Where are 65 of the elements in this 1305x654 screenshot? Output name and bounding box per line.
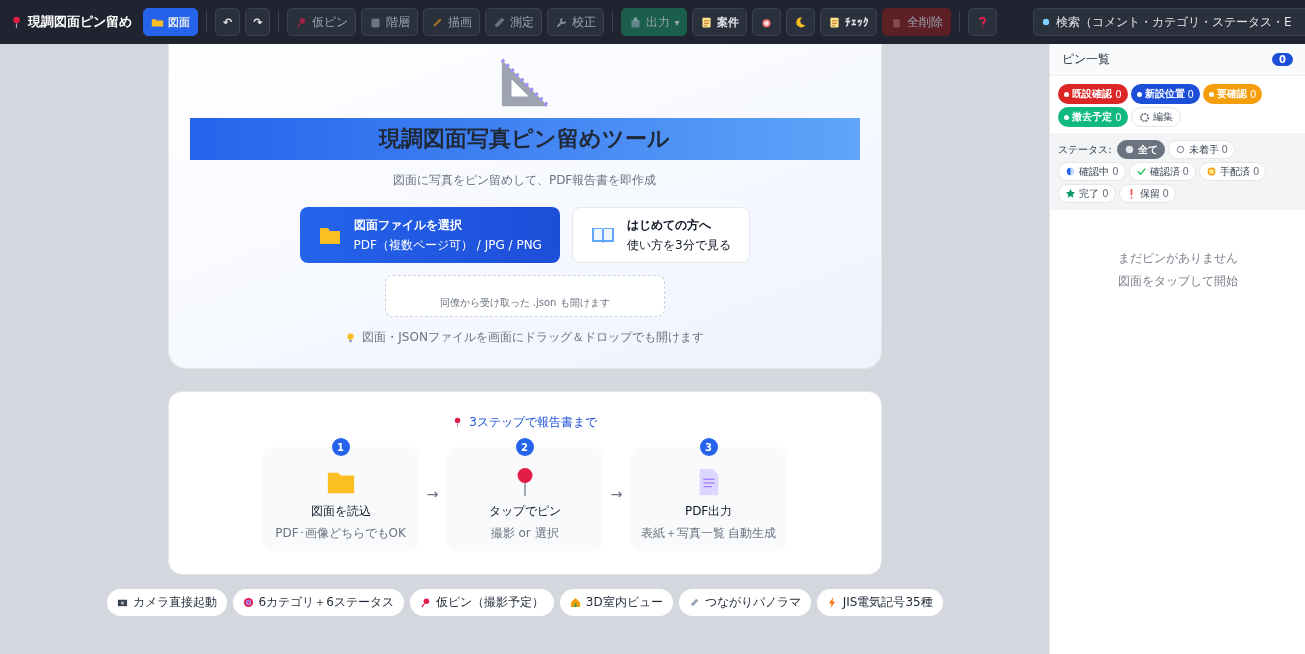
open-file-button[interactable]: 図面ファイルを選択 PDF（複数ページ可） / JPG / PNG — [299, 207, 560, 263]
arrow: → — [425, 486, 440, 502]
target-icon — [242, 597, 254, 608]
toolbar-button[interactable]: 案件 — [692, 8, 748, 36]
moon-icon — [794, 15, 808, 29]
status-filter-chip[interactable]: 確認中 0 — [1058, 162, 1126, 181]
clipboard-icon — [700, 15, 714, 29]
clipboard-icon — [828, 15, 842, 29]
search-field[interactable]: 検索（コメント・カテゴリ・ステータス・E — [1033, 8, 1305, 36]
empty-message: 図面をタップして開始 — [1117, 273, 1238, 290]
feature-chip: JIS電気記号35種 — [816, 589, 943, 616]
feature-chip: つながりパノラマ — [678, 589, 811, 616]
step-title: タップでピン — [488, 503, 561, 520]
category-chip[interactable]: 既設確認 0 — [1058, 84, 1128, 104]
toolbar-button[interactable]: ↷ — [245, 8, 271, 36]
status-filter-chip[interactable]: 完了 0 — [1058, 184, 1116, 203]
bulb-icon — [345, 332, 357, 343]
step-number: 1 — [331, 438, 350, 456]
star-icon — [1065, 188, 1077, 199]
circle-icon — [1174, 144, 1186, 155]
step-title: 図面を読込 — [310, 503, 371, 520]
toolbar-button[interactable]: ﾁｪｯｸ — [820, 8, 878, 36]
step-number: 3 — [699, 438, 718, 456]
pin-count-badge: 0 — [1272, 53, 1293, 66]
category-chip[interactable]: 新設位置 0 — [1130, 84, 1200, 104]
status-filter-chip[interactable]: 手配済 0 — [1198, 162, 1267, 181]
status-filter-chip[interactable]: 全て — [1116, 140, 1165, 159]
panel-title: ピン一覧 — [1062, 51, 1111, 68]
toolbar-button[interactable]: ↶ — [215, 8, 241, 36]
step-description: 撮影 or 選択 — [490, 525, 559, 542]
dot-icon — [1123, 144, 1135, 155]
hero-subtitle: 図面に写真をピン留めして、PDF報告書を即作成 — [392, 172, 657, 189]
half-circle-icon — [1065, 166, 1077, 177]
camera-icon — [116, 597, 128, 608]
steps-heading: 3ステップで報告書まで — [469, 414, 597, 431]
moon-button[interactable] — [786, 8, 816, 36]
json-drop-zone[interactable]: 同僚から受け取った .json も開けます — [384, 275, 665, 317]
edit-button[interactable]: 編集 — [1130, 107, 1181, 127]
wrench-icon — [555, 15, 569, 29]
hero-title: 現調図面写真ピン留めツール — [189, 118, 860, 160]
feature-chip: 3D室内ビュー — [559, 589, 673, 616]
status-label: ステータス: — [1058, 142, 1112, 157]
feature-chip: カメラ直接起動 — [106, 589, 227, 616]
status-filter-chip[interactable]: 未着手 0 — [1167, 140, 1235, 159]
step-title: PDF出力 — [684, 503, 733, 520]
arrow: → — [609, 486, 624, 502]
pin-icon — [10, 15, 23, 29]
toolbar-button[interactable]: 図面 — [143, 8, 198, 36]
bolt-icon — [826, 597, 838, 608]
step-description: 表紙＋写真一覧 自動生成 — [640, 525, 777, 542]
step-description: PDF･画像どちらでもOK — [275, 525, 406, 542]
pin-icon — [419, 597, 431, 608]
help-button[interactable] — [968, 8, 998, 36]
feature-chip: 6カテゴリ＋6ステータス — [232, 589, 404, 616]
app-title: 現調図面ピン留め — [28, 13, 132, 31]
empty-message: まだピンがありません — [1117, 250, 1238, 267]
check-icon — [1135, 166, 1147, 177]
feature-chip: 仮ピン（撮影予定） — [409, 589, 554, 616]
house-icon — [569, 597, 581, 608]
guide-button[interactable]: はじめての方へ 使い方を3分で見る — [571, 207, 750, 263]
status-filter-chip[interactable]: 確認済 0 — [1128, 162, 1196, 181]
step-number: 2 — [515, 438, 534, 456]
ruler-icon — [493, 15, 507, 29]
drag-drop-hint: 図面・JSONファイルを画面にドラッグ＆ドロップでも開けます — [362, 329, 704, 346]
status-filter-chip[interactable]: 保留 0 — [1118, 184, 1176, 203]
